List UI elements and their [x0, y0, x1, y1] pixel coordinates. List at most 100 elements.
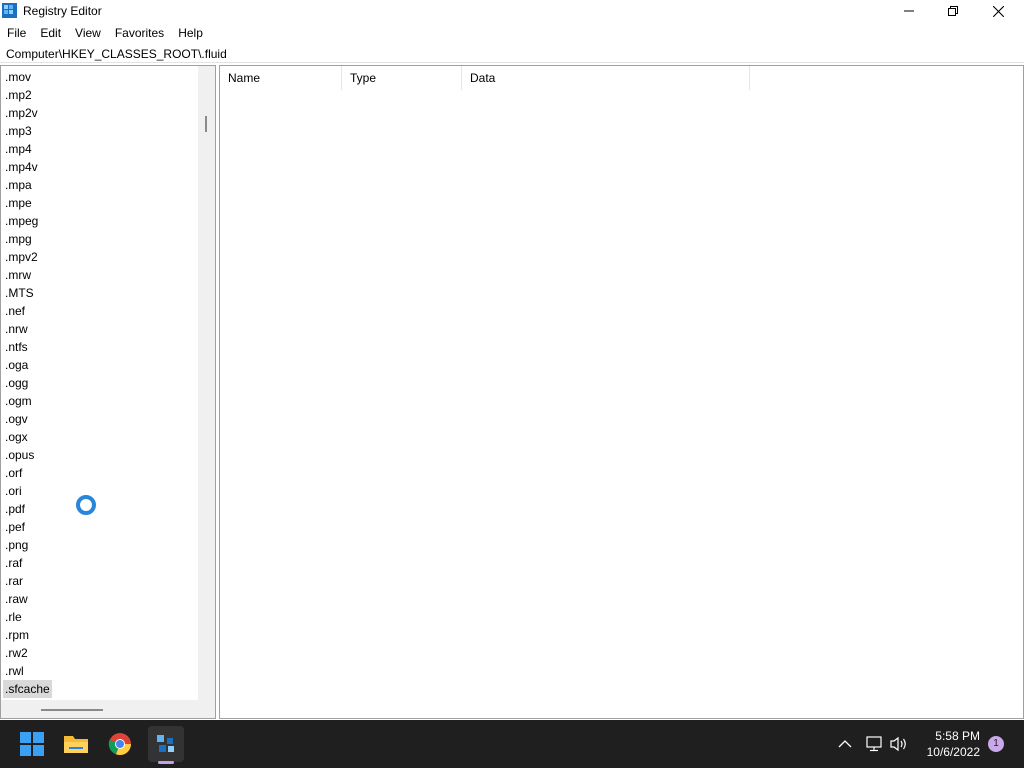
show-hidden-icons-button[interactable]	[838, 720, 852, 768]
registry-key-item[interactable]: .ogm	[3, 394, 34, 408]
registry-key-item[interactable]: .mpa	[3, 178, 34, 192]
tree-row: .ogx	[3, 428, 52, 446]
registry-key-item[interactable]: .raw	[3, 592, 30, 606]
chrome-icon	[108, 733, 132, 756]
minimize-icon	[904, 10, 914, 12]
title-bar: Registry Editor	[0, 0, 1024, 22]
menu-edit[interactable]: Edit	[33, 24, 68, 42]
clock[interactable]: 5:58 PM 10/6/2022	[918, 728, 980, 760]
notification-badge[interactable]: 1	[988, 736, 1004, 752]
tree-row: .mp2v	[3, 104, 52, 122]
registry-key-item[interactable]: .rle	[3, 610, 24, 624]
registry-key-item[interactable]: .pef	[3, 520, 27, 534]
column-header-name[interactable]: Name	[220, 66, 342, 90]
tree-row: .ogv	[3, 410, 52, 428]
tree-row: .sfcache	[3, 680, 52, 698]
registry-key-item[interactable]: .rw2	[3, 646, 30, 660]
clock-date: 10/6/2022	[926, 745, 980, 759]
column-header-data[interactable]: Data	[462, 66, 750, 90]
registry-key-item[interactable]: .pdf	[3, 502, 27, 516]
close-button[interactable]	[975, 0, 1021, 22]
tree-row: .mp2	[3, 86, 52, 104]
tree-horizontal-scroll-thumb[interactable]	[41, 709, 103, 711]
windows-logo-icon	[20, 732, 44, 756]
restore-button[interactable]	[930, 0, 976, 22]
registry-key-item[interactable]: .mrw	[3, 268, 33, 282]
registry-key-item[interactable]: .mpe	[3, 196, 34, 210]
loading-spinner-icon	[76, 495, 96, 515]
registry-key-item[interactable]: .MTS	[3, 286, 36, 300]
tree-row: .mpe	[3, 194, 52, 212]
tree-row: .mov	[3, 68, 52, 86]
menu-help[interactable]: Help	[171, 24, 210, 42]
registry-key-item[interactable]: .orf	[3, 466, 24, 480]
registry-tree-pane[interactable]: .mov .mp2 .mp2v .mp3 .mp4 .mp4v .mpa .mpe .mpeg.…	[0, 65, 216, 719]
registry-key-item[interactable]: .nef	[3, 304, 27, 318]
registry-key-list: .mov .mp2 .mp2v .mp3 .mp4 .mp4v .mpa .mpe .mpeg.…	[3, 68, 52, 698]
tree-row: .raf	[3, 554, 52, 572]
tree-row: .pef	[3, 518, 52, 536]
column-header-type[interactable]: Type	[342, 66, 462, 90]
tree-row: .ogg	[3, 374, 52, 392]
menu-file[interactable]: File	[0, 24, 33, 42]
registry-key-item[interactable]: .mp2	[3, 88, 34, 102]
registry-key-item[interactable]: .ogg	[3, 376, 30, 390]
clock-time: 5:58 PM	[935, 729, 980, 743]
registry-key-item[interactable]: .oga	[3, 358, 30, 372]
menu-favorites[interactable]: Favorites	[108, 24, 171, 42]
registry-key-item[interactable]: .mp4	[3, 142, 34, 156]
registry-key-item[interactable]: .png	[3, 538, 30, 552]
tree-row: .rar	[3, 572, 52, 590]
registry-key-item[interactable]: .ntfs	[3, 340, 30, 354]
registry-key-item[interactable]: .mpv2	[3, 250, 40, 264]
tree-vertical-scrollbar[interactable]	[198, 66, 215, 700]
tree-row: .mrw	[3, 266, 52, 284]
tree-row: .nef	[3, 302, 52, 320]
network-button[interactable]	[866, 720, 884, 768]
registry-key-item[interactable]: .ogv	[3, 412, 30, 426]
registry-key-item[interactable]: .raf	[3, 556, 24, 570]
chevron-up-icon	[838, 740, 852, 748]
tree-row: .rle	[3, 608, 52, 626]
registry-key-item[interactable]: .ori	[3, 484, 24, 498]
restore-icon	[948, 6, 958, 16]
registry-key-item[interactable]: .mpeg	[3, 214, 40, 228]
tree-row: .pdf	[3, 500, 52, 518]
registry-editor-taskbar-button[interactable]	[148, 726, 184, 762]
network-icon	[866, 736, 882, 752]
tree-row: .ntfs	[3, 338, 52, 356]
regedit-icon	[157, 735, 174, 752]
volume-button[interactable]	[890, 720, 908, 768]
tree-horizontal-scrollbar[interactable]	[1, 700, 215, 718]
start-button[interactable]	[16, 728, 48, 760]
tree-row: .nrw	[3, 320, 52, 338]
registry-key-item[interactable]: .ogx	[3, 430, 30, 444]
address-bar[interactable]: Computer\HKEY_CLASSES_ROOT\.fluid	[0, 44, 1024, 63]
tree-row: .mpeg	[3, 212, 52, 230]
registry-key-item[interactable]: .rar	[3, 574, 25, 588]
registry-key-item[interactable]: .rpm	[3, 628, 31, 642]
minimize-button[interactable]	[886, 0, 932, 22]
menu-bar: File Edit View Favorites Help	[0, 24, 210, 42]
tree-row: .mp4v	[3, 158, 52, 176]
tree-vertical-scroll-thumb[interactable]	[205, 116, 207, 132]
file-explorer-button[interactable]	[60, 728, 92, 760]
registry-key-item[interactable]: .mp3	[3, 124, 34, 138]
registry-key-item[interactable]: .rwl	[3, 664, 26, 678]
registry-key-item[interactable]: .mp2v	[3, 106, 40, 120]
tree-row: .raw	[3, 590, 52, 608]
tree-row: .orf	[3, 464, 52, 482]
chrome-button[interactable]	[104, 728, 136, 760]
registry-key-item[interactable]: .nrw	[3, 322, 30, 336]
values-pane[interactable]: Name Type Data	[219, 65, 1024, 719]
menu-view[interactable]: View	[68, 24, 108, 42]
registry-key-item[interactable]: .mov	[3, 70, 33, 84]
registry-key-item[interactable]: .opus	[3, 448, 36, 462]
active-app-indicator	[158, 761, 174, 764]
tree-row: .mpv2	[3, 248, 52, 266]
column-header-row: Name Type Data	[220, 66, 750, 90]
registry-key-item[interactable]: .sfcache	[3, 680, 52, 698]
registry-key-item[interactable]: .mp4v	[3, 160, 40, 174]
speaker-icon	[890, 736, 906, 752]
registry-key-item[interactable]: .mpg	[3, 232, 34, 246]
